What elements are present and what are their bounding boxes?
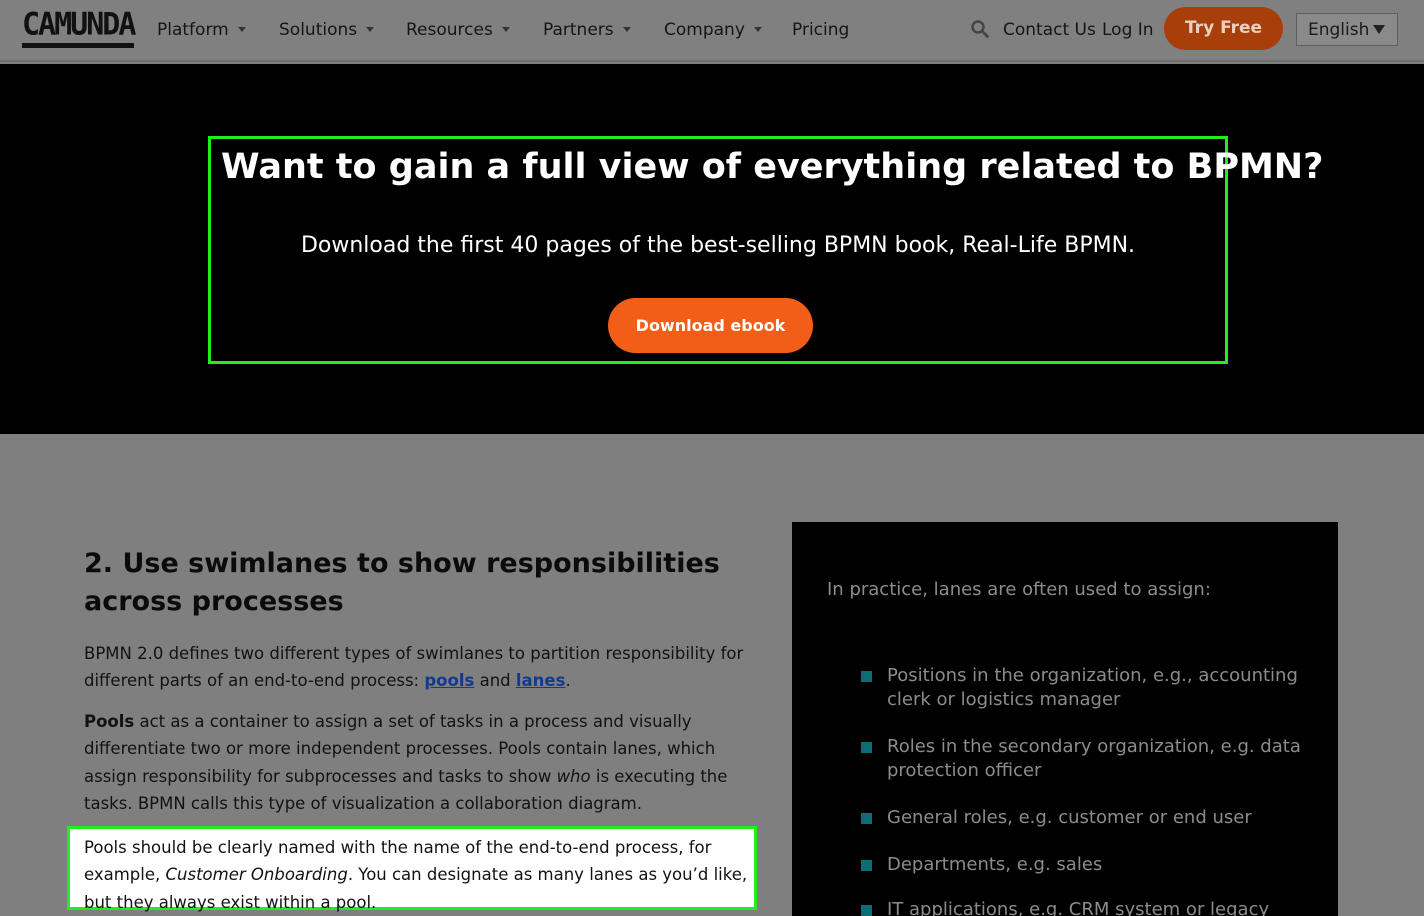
top-navigation: CAMUNDA Platform Solutions Resources Par… xyxy=(0,0,1424,62)
nav-item-label: Partners xyxy=(543,20,614,40)
camunda-logo[interactable]: CAMUNDA xyxy=(22,6,136,48)
square-bullet-icon xyxy=(861,905,872,916)
nav-item-partners[interactable]: Partners xyxy=(543,19,631,41)
nav-item-label: Pricing xyxy=(792,20,850,40)
ebook-banner: Want to gain a full view of everything r… xyxy=(0,64,1424,434)
nav-item-label: Company xyxy=(664,20,745,40)
paragraph-text: and xyxy=(474,671,516,691)
paragraph-text: BPMN 2.0 defines two different types of … xyxy=(84,644,744,691)
square-bullet-icon xyxy=(861,742,872,753)
nav-item-pricing[interactable]: Pricing xyxy=(792,19,849,41)
nav-item-label: Resources xyxy=(406,20,493,40)
nav-item-solutions[interactable]: Solutions xyxy=(279,19,375,41)
dropdown-arrow-icon xyxy=(1373,25,1385,34)
emphasis-text: who xyxy=(556,766,591,786)
list-item: IT applications, e.g. CRM system or lega… xyxy=(861,898,1307,916)
paragraph-pools: Pools act as a container to assign a set… xyxy=(84,708,754,817)
nav-item-company[interactable]: Company xyxy=(664,19,762,41)
list-item: Departments, e.g. sales xyxy=(861,853,1307,877)
emphasis-text: Customer Onboarding xyxy=(165,865,348,885)
pools-term: Pools xyxy=(84,712,135,731)
list-item-text: Departments, e.g. sales xyxy=(887,854,1103,875)
search-icon[interactable] xyxy=(970,19,990,39)
paragraph-text: . xyxy=(565,671,571,691)
list-item: Positions in the organization, e.g., acc… xyxy=(861,664,1307,712)
paragraph-swimlanes: BPMN 2.0 defines two different types of … xyxy=(84,640,754,695)
ebook-promo-box: Want to gain a full view of everything r… xyxy=(208,136,1324,364)
nav-item-resources[interactable]: Resources xyxy=(406,19,510,41)
lanes-link[interactable]: lanes xyxy=(516,671,566,690)
download-ebook-button[interactable]: Download ebook xyxy=(608,298,813,353)
list-item-text: General roles, e.g. customer or end user xyxy=(887,807,1252,828)
list-item: General roles, e.g. customer or end user xyxy=(861,806,1307,830)
nav-item-label: Solutions xyxy=(279,20,358,40)
pools-link[interactable]: pools xyxy=(424,671,474,690)
login-link[interactable]: Log In xyxy=(1102,19,1154,41)
try-free-button[interactable]: Try Free xyxy=(1164,7,1283,50)
section-title: 2. Use swimlanes to show responsibilitie… xyxy=(84,548,720,617)
list-item-text: Positions in the organization, e.g., acc… xyxy=(887,665,1298,710)
list-item: Roles in the secondary organization, e.g… xyxy=(861,735,1307,783)
language-select[interactable]: English xyxy=(1296,13,1398,46)
square-bullet-icon xyxy=(861,671,872,682)
chevron-down-icon xyxy=(501,27,510,32)
language-value: English xyxy=(1308,20,1370,40)
highlighted-paragraph-box: Pools should be clearly named with the n… xyxy=(67,826,757,912)
chevron-down-icon xyxy=(237,27,246,32)
lanes-usage-panel: In practice, lanes are often used to ass… xyxy=(792,522,1338,916)
square-bullet-icon xyxy=(861,813,872,824)
logo-text: CAMUNDA xyxy=(22,6,136,43)
contact-us-link[interactable]: Contact Us xyxy=(1003,19,1096,41)
chevron-down-icon xyxy=(366,27,375,32)
square-bullet-icon xyxy=(861,860,872,871)
chevron-down-icon xyxy=(753,27,762,32)
nav-item-platform[interactable]: Platform xyxy=(157,19,246,41)
panel-intro: In practice, lanes are often used to ass… xyxy=(827,579,1211,600)
nav-item-label: Platform xyxy=(157,20,229,40)
chevron-down-icon xyxy=(622,27,631,32)
banner-title: Want to gain a full view of everything r… xyxy=(221,147,1324,187)
banner-subtitle: Download the first 40 pages of the best-… xyxy=(300,233,1136,258)
logo-underline xyxy=(22,43,134,48)
list-item-text: Roles in the secondary organization, e.g… xyxy=(887,736,1301,781)
paragraph-pool-naming: Pools should be clearly named with the n… xyxy=(84,834,750,916)
list-item-text: IT applications, e.g. CRM system or lega… xyxy=(887,899,1270,916)
